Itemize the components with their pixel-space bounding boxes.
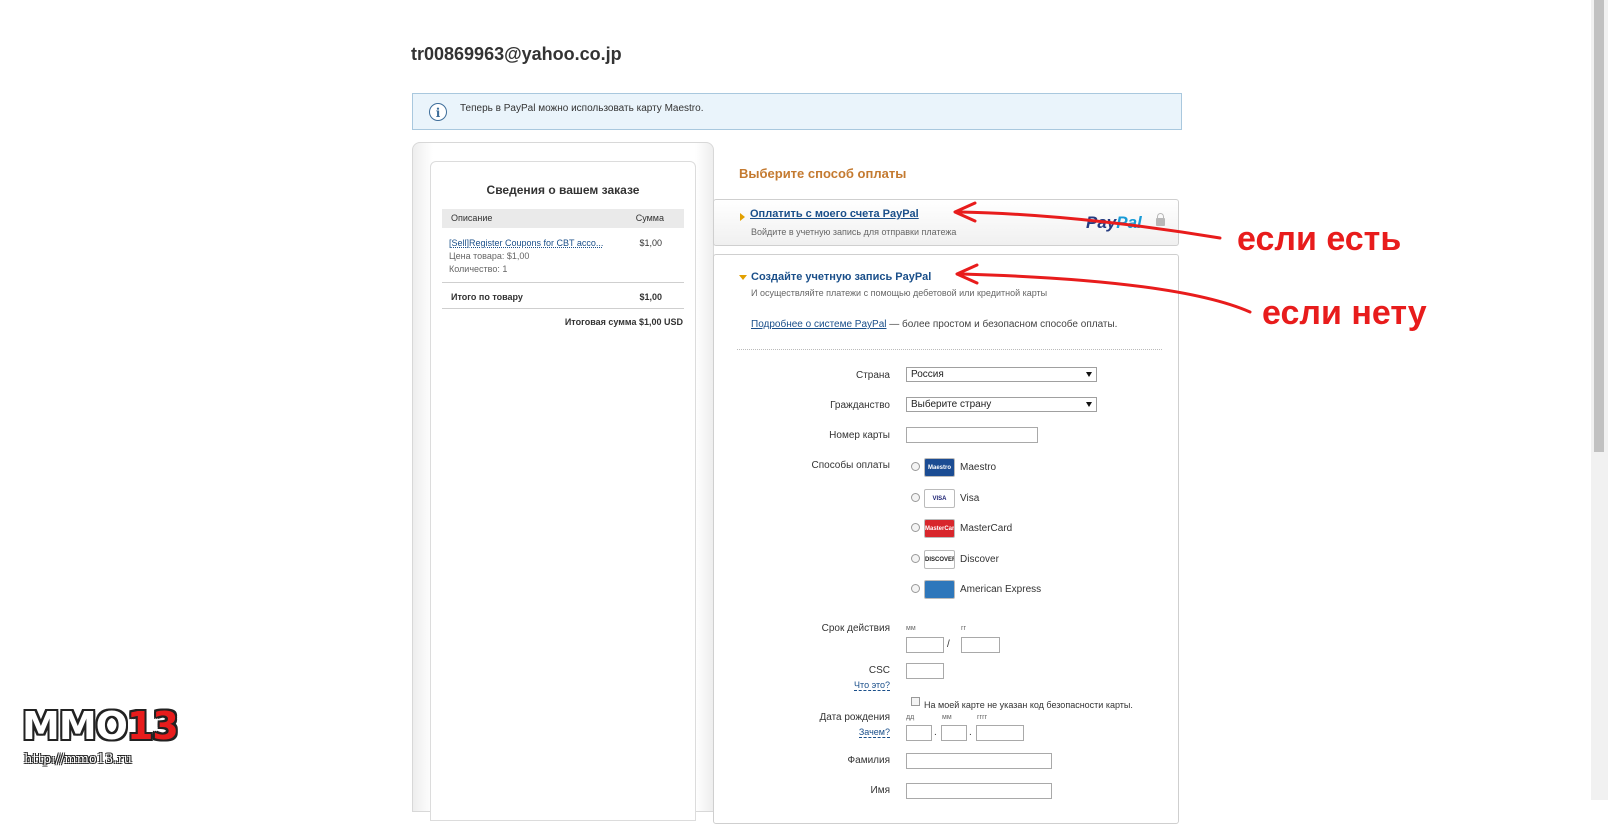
watermark-url: http://mmo13.ru [24, 752, 133, 767]
arrow-no-account [960, 272, 1252, 314]
site-watermark: MMO13 http://mmo13.ru [22, 704, 179, 767]
arrow-has-account [958, 210, 1222, 240]
scrollbar-thumb[interactable] [1594, 0, 1604, 452]
annotation-arrows [953, 201, 1252, 314]
watermark-logo: MMO13 [22, 704, 179, 748]
vertical-scrollbar[interactable] [1591, 0, 1608, 800]
annotation-has-account: если есть [1237, 220, 1402, 258]
annotation-no-account: если нету [1262, 294, 1427, 332]
